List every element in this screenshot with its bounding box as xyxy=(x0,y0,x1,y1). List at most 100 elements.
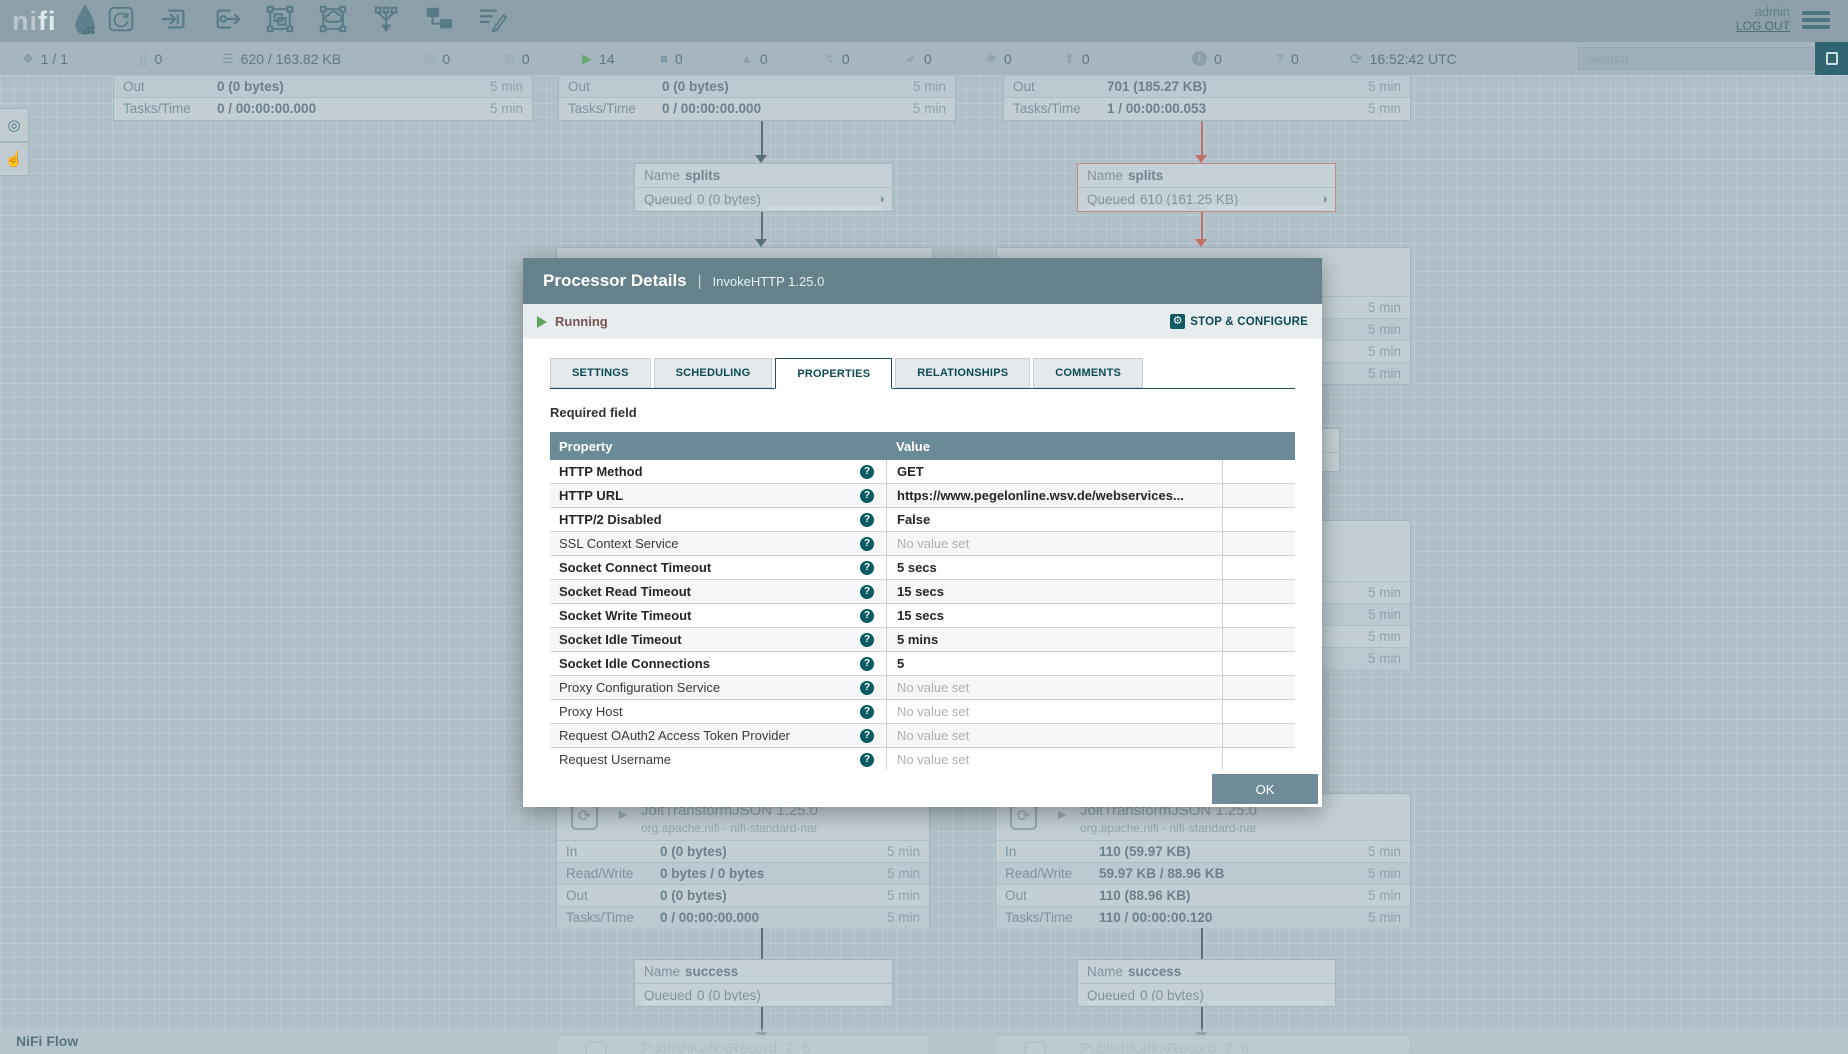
connection-line xyxy=(761,212,763,240)
property-row: Socket Idle Timeout5 mins xyxy=(550,628,1295,652)
running-icon: ▶ xyxy=(582,51,592,67)
value-column-header: Value xyxy=(886,439,1222,454)
dialog-subtitle: InvokeHTTP 1.25.0 xyxy=(713,274,825,289)
property-row: Socket Read Timeout15 secs xyxy=(550,580,1295,604)
not-transmitting-count: ⊘0 xyxy=(504,42,530,75)
component-toolbar xyxy=(105,3,508,35)
property-row: HTTP/2 DisabledFalse xyxy=(550,508,1295,532)
help-icon[interactable] xyxy=(860,705,874,719)
properties-table-body: HTTP MethodGET HTTP URLhttps://www.pegel… xyxy=(550,460,1295,770)
queue-fill-icon: ◑ xyxy=(877,191,885,206)
running-state-icon xyxy=(537,316,547,328)
invalid-icon: ▲ xyxy=(740,51,753,66)
output-port-icon[interactable] xyxy=(211,3,243,35)
question-icon: ? xyxy=(1276,51,1284,66)
last-refresh: ⟳16:52:42 UTC xyxy=(1350,42,1457,75)
tab-scheduling[interactable]: SCHEDULING xyxy=(654,358,773,388)
connection-line-alarm xyxy=(1201,212,1203,240)
help-icon[interactable] xyxy=(860,753,874,767)
disabled-icon: ↯ xyxy=(824,51,835,67)
navigate-palette-button[interactable]: ◎ xyxy=(0,108,29,142)
sync-failure-count: ?0 xyxy=(1276,42,1299,75)
processor-stamp-icon: ⟳ xyxy=(571,803,598,830)
connection-line-alarm xyxy=(1201,121,1203,155)
connection-arrow-icon xyxy=(755,155,767,163)
processor-fragment[interactable]: Out701 (185.27 KB)5 min Tasks/Time1 / 00… xyxy=(1003,75,1411,121)
stopped-icon: ■ xyxy=(660,51,668,66)
flow-canvas[interactable]: ◎ ☝ Out0 (0 bytes)5 min Tasks/Time0 / 00… xyxy=(0,75,1848,1054)
properties-table: Property Value HTTP MethodGET HTTP URLht… xyxy=(550,432,1295,770)
locally-modified-stale-count: !0 xyxy=(1192,42,1222,75)
processor-stamp-icon: ⟳ xyxy=(1010,803,1037,830)
funnel-icon[interactable] xyxy=(370,3,402,35)
help-icon[interactable] xyxy=(860,537,874,551)
input-port-icon[interactable] xyxy=(158,3,190,35)
refresh-icon[interactable]: ⟳ xyxy=(1350,50,1363,68)
help-icon[interactable] xyxy=(860,585,874,599)
connection-arrow-icon xyxy=(1195,239,1207,247)
remote-process-group-icon[interactable] xyxy=(317,3,349,35)
bulletin-board-button[interactable] xyxy=(1815,42,1848,75)
connection-line xyxy=(1201,928,1203,959)
transmitting-count: ◎0 xyxy=(424,42,450,75)
help-icon[interactable] xyxy=(860,657,874,671)
connection-label-success[interactable]: Namesuccess Queued0 (0 bytes) xyxy=(1077,959,1336,1007)
stop-and-configure-button[interactable]: STOP & CONFIGURE xyxy=(1170,314,1308,329)
logout-link[interactable]: LOG OUT xyxy=(1736,19,1790,33)
label-icon[interactable] xyxy=(476,3,508,35)
help-icon[interactable] xyxy=(860,465,874,479)
invalid-count: ▲0 xyxy=(740,42,768,75)
property-row: Socket Connect Timeout5 secs xyxy=(550,556,1295,580)
property-row: HTTP URLhttps://www.pegelonline.wsv.de/w… xyxy=(550,484,1295,508)
help-icon[interactable] xyxy=(860,561,874,575)
processor-icon[interactable] xyxy=(105,3,137,35)
property-row: Socket Idle Connections5 xyxy=(550,652,1295,676)
help-icon[interactable] xyxy=(860,681,874,695)
app-header: nifi admin LOG OUT xyxy=(0,0,1848,42)
help-icon[interactable] xyxy=(860,729,874,743)
ok-button[interactable]: OK xyxy=(1212,774,1318,804)
run-status-icon: ▶ xyxy=(619,808,627,821)
not-transmitting-icon: ⊘ xyxy=(504,51,515,67)
tab-properties[interactable]: PROPERTIES xyxy=(775,358,892,389)
connection-label-splits[interactable]: Namesplits Queued610 (161.25 KB)◑ xyxy=(1077,163,1336,212)
help-icon[interactable] xyxy=(860,489,874,503)
disabled-count: ↯0 xyxy=(824,42,850,75)
help-icon[interactable] xyxy=(860,609,874,623)
nifi-drop-icon xyxy=(72,3,98,42)
queued-icon: ☰ xyxy=(222,51,234,67)
property-row: SSL Context ServiceNo value set xyxy=(550,532,1295,556)
connection-label-success[interactable]: Namesuccess Queued0 (0 bytes) xyxy=(634,959,893,1007)
process-group-icon[interactable] xyxy=(264,3,296,35)
property-row: Socket Write Timeout15 secs xyxy=(550,604,1295,628)
processor-fragment[interactable]: Out0 (0 bytes)5 min Tasks/Time0 / 00:00:… xyxy=(113,75,533,121)
connection-line xyxy=(761,121,763,155)
property-row: Proxy Configuration ServiceNo value set xyxy=(550,676,1295,700)
nifi-logo: nifi xyxy=(12,4,57,38)
template-icon[interactable] xyxy=(423,3,455,35)
flow-status-bar: ❖1 / 1 ⣿0 ☰620 / 163.82 KB ◎0 ⊘0 ▶14 ■0 … xyxy=(0,42,1848,75)
tab-settings[interactable]: SETTINGS xyxy=(550,358,651,388)
dialog-title: Processor Details xyxy=(543,271,687,291)
help-icon[interactable] xyxy=(860,633,874,647)
connection-label-splits[interactable]: Namesplits Queued0 (0 bytes)◑ xyxy=(634,163,893,212)
stopped-count: ■0 xyxy=(660,42,683,75)
connection-arrow-icon xyxy=(755,239,767,247)
tab-comments[interactable]: COMMENTS xyxy=(1033,358,1143,388)
property-row: Proxy HostNo value set xyxy=(550,700,1295,724)
queue-fill-icon: ◑ xyxy=(1320,191,1328,206)
processor-jolttransformjson[interactable]: ⟳ ▶ JoltTransformJSON 1.25.0 org.apache.… xyxy=(556,793,930,928)
search-input[interactable] xyxy=(1578,47,1814,70)
processor-fragment[interactable]: Out0 (0 bytes)5 min Tasks/Time0 / 00:00:… xyxy=(558,75,956,121)
processor-jolttransformjson[interactable]: ⟳ ▶ JoltTransformJSON 1.25.0 org.apache.… xyxy=(995,793,1411,928)
help-icon[interactable] xyxy=(860,513,874,527)
tab-relationships[interactable]: RELATIONSHIPS xyxy=(895,358,1030,388)
property-column-header: Property xyxy=(550,439,886,454)
global-menu-icon[interactable] xyxy=(1802,11,1830,32)
required-field-label: Required field xyxy=(550,405,1295,420)
breadcrumb[interactable]: NiFi Flow xyxy=(16,1033,78,1049)
current-user: admin xyxy=(1736,4,1790,19)
operate-palette-button[interactable]: ☝ xyxy=(0,142,29,176)
active-threads: ⣿0 xyxy=(138,42,162,75)
arrow-up-icon: ⬆ xyxy=(1064,51,1075,67)
